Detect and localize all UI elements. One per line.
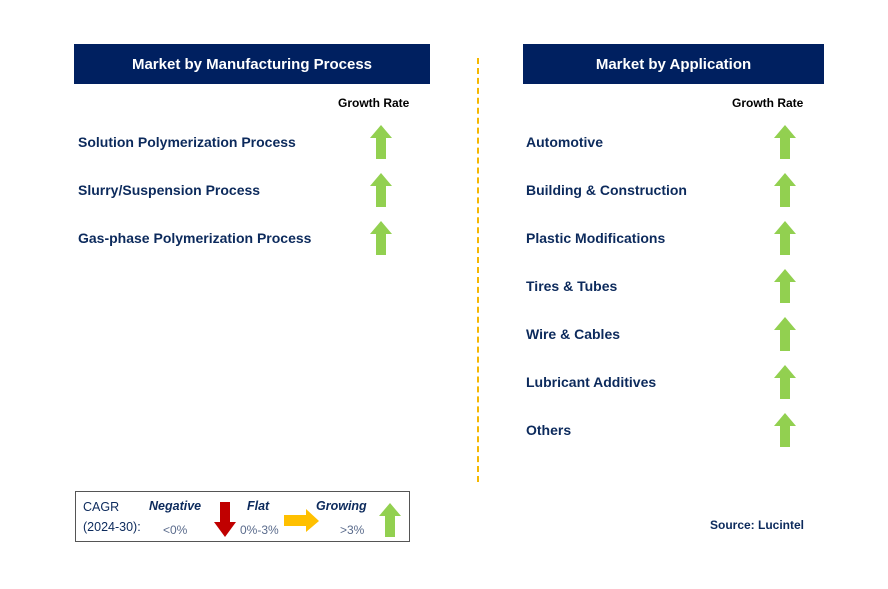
- legend-flat: Flat: [247, 499, 270, 513]
- list-item-label: Building & Construction: [526, 182, 687, 198]
- legend-growing-range: >3%: [340, 523, 365, 537]
- legend-cagr: CAGR: [83, 500, 120, 514]
- list-item-label: Solution Polymerization Process: [78, 134, 296, 150]
- left-panel-title: Market by Manufacturing Process: [74, 44, 430, 84]
- down-arrow-icon: [214, 502, 236, 537]
- growth-up-arrow-icon: [774, 365, 796, 399]
- list-item-label: Automotive: [526, 134, 603, 150]
- growth-up-arrow-icon: [370, 173, 392, 207]
- list-item-label: Tires & Tubes: [526, 278, 618, 294]
- list-item-label: Slurry/Suspension Process: [78, 182, 261, 198]
- legend-flat-range: 0%-3%: [240, 523, 279, 537]
- growth-up-arrow-icon: [774, 317, 796, 351]
- right-growth-rate-label: Growth Rate: [732, 96, 804, 110]
- growth-up-arrow-icon: [774, 221, 796, 255]
- growth-up-arrow-icon: [774, 413, 796, 447]
- list-item-label: Others: [526, 422, 572, 438]
- right-panel-title: Market by Application: [523, 44, 824, 84]
- divider: [477, 58, 479, 482]
- list-item-label: Lubricant Additives: [526, 374, 657, 390]
- legend-negative: Negative: [149, 499, 202, 513]
- growth-up-arrow-icon: [370, 125, 392, 159]
- growth-up-arrow-icon: [774, 269, 796, 303]
- list-item-label: Gas-phase Polymerization Process: [78, 230, 312, 246]
- list-item-label: Wire & Cables: [526, 326, 621, 342]
- growth-up-arrow-icon: [774, 125, 796, 159]
- legend-negative-range: <0%: [163, 523, 188, 537]
- left-growth-rate-label: Growth Rate: [338, 96, 410, 110]
- up-arrow-icon: [379, 503, 401, 537]
- legend-growing: Growing: [316, 499, 367, 513]
- growth-up-arrow-icon: [774, 173, 796, 207]
- legend: CAGR (2024-30): Negative <0% Flat 0%-3% …: [75, 491, 410, 542]
- source: Source: Lucintel: [710, 518, 805, 532]
- growth-up-arrow-icon: [370, 221, 392, 255]
- right-arrow-icon: [284, 509, 319, 532]
- list-item-label: Plastic Modifications: [526, 230, 666, 246]
- legend-period: (2024-30):: [83, 520, 141, 534]
